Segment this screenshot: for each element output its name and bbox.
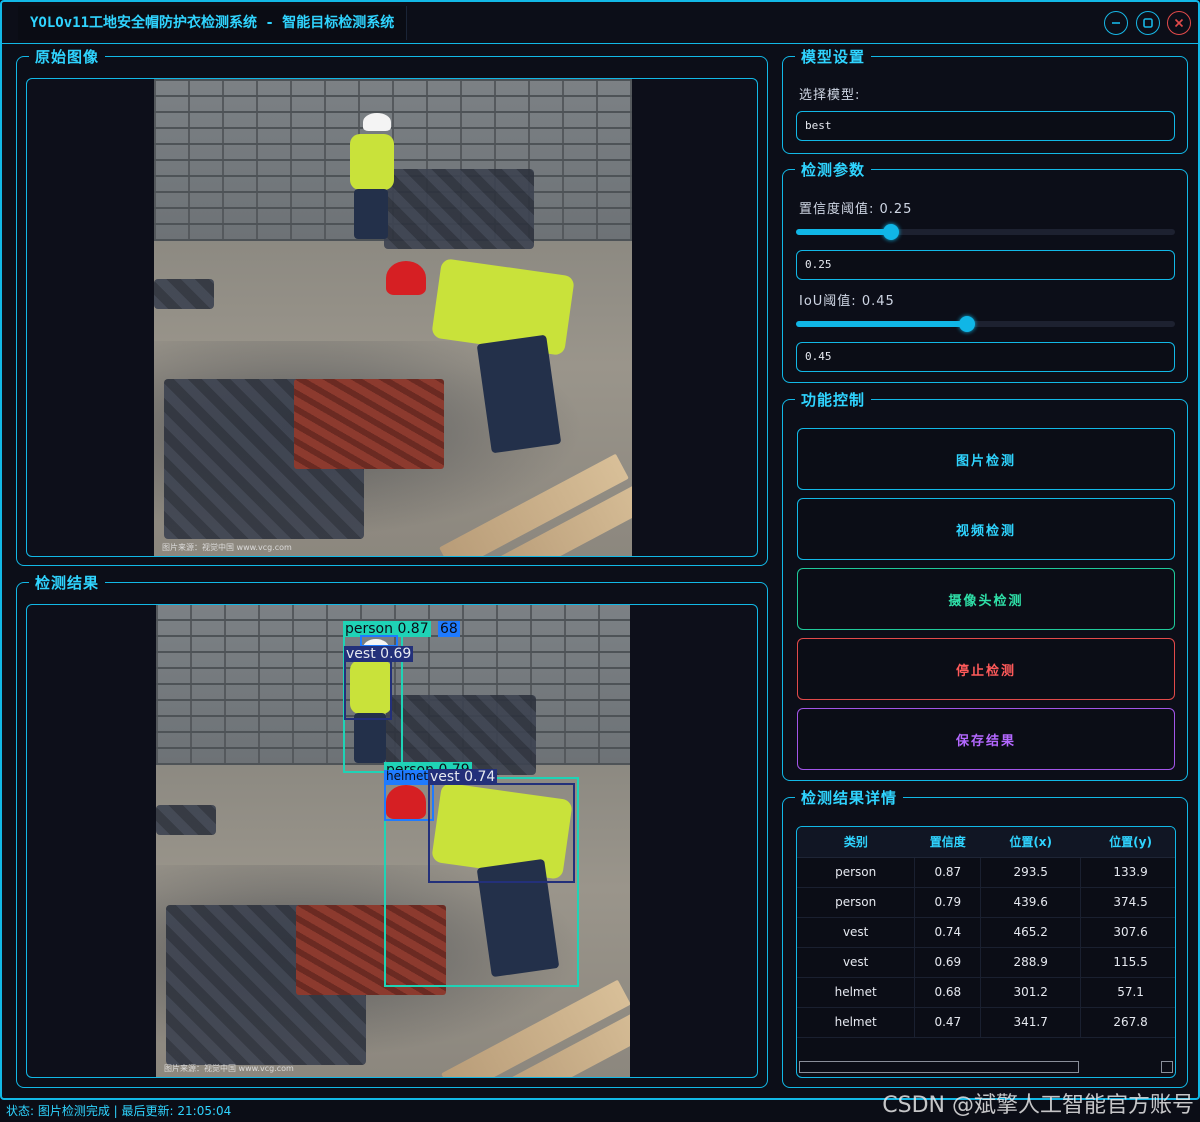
save-result-button[interactable]: 保存结果 [797,708,1175,770]
detection-box [384,783,434,821]
table-row[interactable]: vest 0.74 465.2 307.6 [797,917,1175,948]
model-settings-title: 模型设置 [795,46,872,68]
close-button[interactable] [1167,11,1191,35]
result-image-group: 检测结果 person 0.87 68 vest 0.69 helmet ves… [16,572,768,1088]
maximize-icon [1143,18,1153,28]
conf-slider[interactable] [796,224,1175,240]
table-cell: 133.9 [1080,857,1175,888]
select-model-label: 选择模型: [799,88,861,103]
details-table: 类别 置信度 位置(x) 位置(y) person 0.87 293.5 133… [797,827,1175,1038]
image-caption: 图片来源：视觉中国 www.vcg.com [164,1064,294,1073]
table-row[interactable]: person 0.87 293.5 133.9 [797,857,1175,888]
original-image-group: 原始图像 图片来源：视觉中国 www.vcg.com [16,46,768,566]
model-settings-group: 模型设置 选择模型: best [782,46,1188,154]
table-cell: 0.68 [914,977,982,1008]
minimize-button[interactable] [1104,11,1128,35]
video-detect-button[interactable]: 视频检测 [797,498,1175,560]
iou-slider-handle[interactable] [959,316,975,332]
table-cell: vest [797,947,916,978]
column-header[interactable]: 置信度 [914,827,981,858]
detection-details-title: 检测结果详情 [795,787,904,809]
detection-box [428,783,575,883]
table-cell: 0.74 [914,917,982,948]
column-header[interactable]: 类别 [797,827,915,858]
scroll-corner [1161,1061,1173,1073]
result-image: person 0.87 68 vest 0.69 person 0.79 hel… [156,605,630,1077]
stop-detect-button[interactable]: 停止检测 [797,638,1175,700]
watermark: CSDN @斌擎人工智能官方账号 [882,1093,1194,1118]
original-image: 图片来源：视觉中国 www.vcg.com [154,79,632,556]
detection-label: helmet [384,769,431,783]
iou-threshold-label: IoU阈值: 0.45 [799,294,895,309]
maximize-button[interactable] [1136,11,1160,35]
conf-value-input[interactable]: 0.25 [796,250,1175,280]
original-image-frame: 图片来源：视觉中国 www.vcg.com [26,78,758,557]
iou-value-input[interactable]: 0.45 [796,342,1175,372]
function-control-group: 功能控制 图片检测 视频检测 摄像头检测 停止检测 保存结果 [782,389,1188,781]
camera-detect-button[interactable]: 摄像头检测 [797,568,1175,630]
app-window: YOLOv11工地安全帽防护衣检测系统 - 智能目标检测系统 原始图像 图片来源… [0,0,1200,1100]
function-control-title: 功能控制 [795,389,872,411]
result-image-title: 检测结果 [29,572,106,594]
conf-slider-fill [796,229,891,235]
window-title: YOLOv11工地安全帽防护衣检测系统 - 智能目标检测系统 [18,6,408,40]
image-detect-button[interactable]: 图片检测 [797,428,1175,490]
table-cell: person [797,857,916,888]
table-row[interactable]: person 0.79 439.6 374.5 [797,887,1175,918]
table-cell: 0.79 [914,887,982,918]
table-cell: vest [797,917,916,948]
detection-label: 68 [438,621,460,637]
iou-slider-fill [796,321,967,327]
table-cell: 0.69 [914,947,982,978]
horizontal-scrollbar[interactable] [799,1061,1079,1073]
table-cell: 465.2 [980,917,1082,948]
table-header-row: 类别 置信度 位置(x) 位置(y) [797,827,1175,858]
conf-threshold-label: 置信度阈值: 0.25 [799,202,913,217]
image-caption: 图片来源：视觉中国 www.vcg.com [162,543,292,552]
conf-slider-handle[interactable] [883,224,899,240]
table-cell: 341.7 [980,1007,1082,1038]
table-row[interactable]: vest 0.69 288.9 115.5 [797,947,1175,978]
table-cell: 57.1 [1080,977,1175,1008]
table-cell: 307.6 [1080,917,1175,948]
detect-params-title: 检测参数 [795,159,872,181]
detection-label: vest 0.74 [428,769,498,785]
table-cell: 288.9 [980,947,1082,978]
title-bar: YOLOv11工地安全帽防护衣检测系统 - 智能目标检测系统 [2,2,1198,44]
table-cell: person [797,887,916,918]
minimize-icon [1112,22,1120,24]
table-cell: 293.5 [980,857,1082,888]
table-cell: 267.8 [1080,1007,1175,1038]
table-cell: 301.2 [980,977,1082,1008]
table-row[interactable]: helmet 0.68 301.2 57.1 [797,977,1175,1008]
table-cell: 439.6 [980,887,1082,918]
model-select[interactable]: best [796,111,1175,141]
column-header[interactable]: 位置(x) [980,827,1081,858]
table-cell: 115.5 [1080,947,1175,978]
close-icon [1174,18,1184,28]
result-image-frame: person 0.87 68 vest 0.69 person 0.79 hel… [26,604,758,1078]
detect-params-group: 检测参数 置信度阈值: 0.25 0.25 IoU阈值: 0.45 0.45 [782,159,1188,383]
original-image-title: 原始图像 [29,46,106,68]
detection-details-group: 检测结果详情 类别 置信度 位置(x) 位置(y) person 0.87 29… [782,787,1188,1088]
iou-slider[interactable] [796,316,1175,332]
detection-box [344,660,392,720]
table-cell: helmet [797,1007,916,1038]
table-cell: 0.87 [914,857,982,888]
table-cell: helmet [797,977,916,1008]
table-cell: 374.5 [1080,887,1175,918]
column-header[interactable]: 位置(y) [1080,827,1175,858]
table-cell: 0.47 [914,1007,982,1038]
details-table-frame: 类别 置信度 位置(x) 位置(y) person 0.87 293.5 133… [796,826,1176,1078]
table-row[interactable]: helmet 0.47 341.7 267.8 [797,1007,1175,1038]
detection-label: vest 0.69 [344,646,414,662]
